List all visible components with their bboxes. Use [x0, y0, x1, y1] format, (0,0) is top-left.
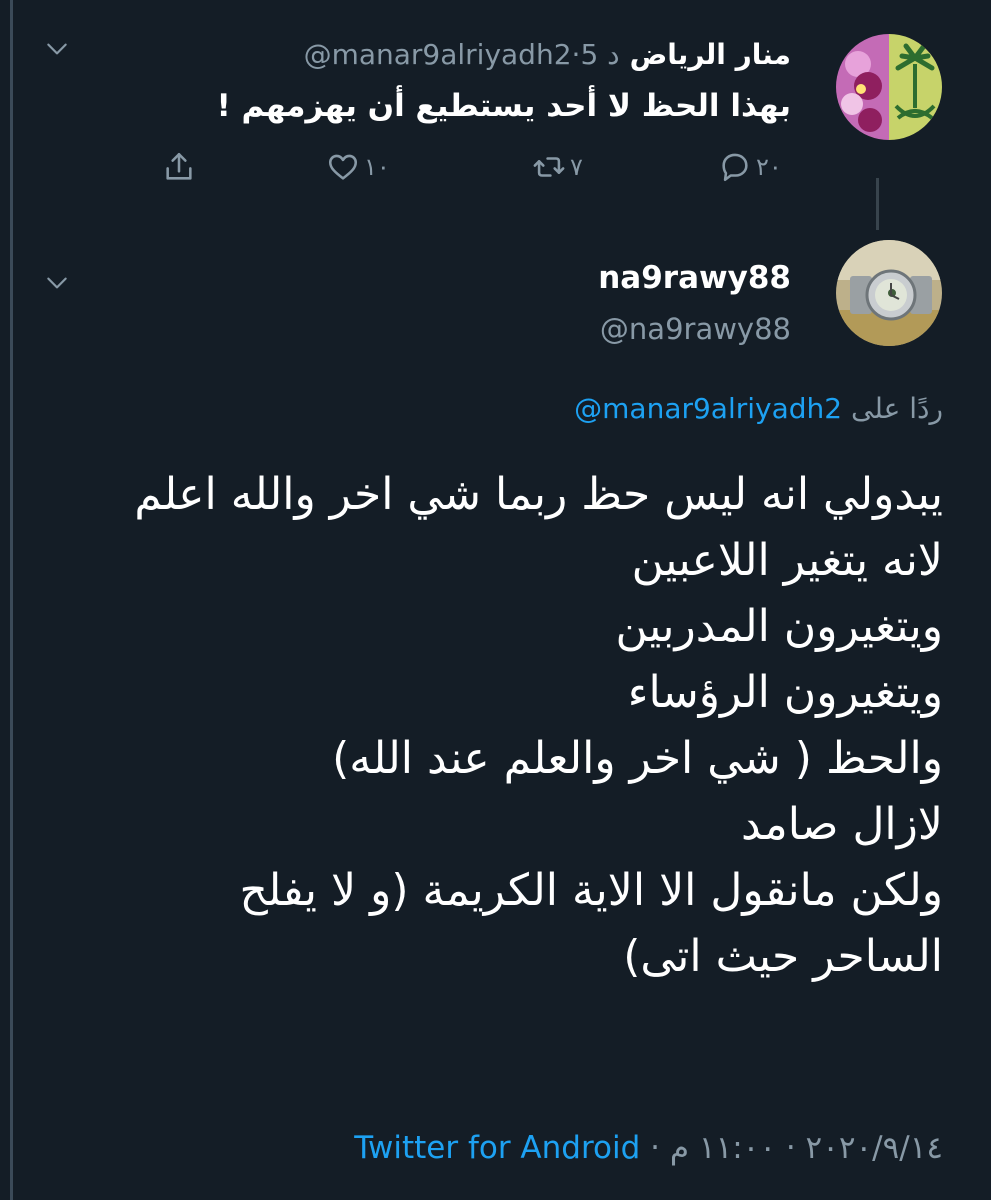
tweet-time[interactable]: ١١:٠٠ م	[670, 1130, 776, 1166]
display-name[interactable]: منار الرياض	[630, 38, 791, 71]
share-icon	[166, 152, 192, 180]
tweet-line: ولكن مانقول الا الاية الكريمة (و لا يفلح	[239, 865, 943, 916]
display-name[interactable]: na9rawy88	[598, 260, 791, 296]
tweet-body: يبدولي انه ليس حظ ربما شي اخر والله اعلم…	[83, 462, 943, 990]
tweet-line: لانه يتغير اللاعبين	[631, 535, 943, 586]
avatar[interactable]	[836, 240, 942, 346]
tweet-date[interactable]: ٢٠٢٠/٩/١٤	[806, 1130, 943, 1166]
avatar[interactable]	[836, 34, 942, 140]
dot-separator: ·	[785, 1130, 796, 1166]
tweet-footer: ٢٠٢٠/٩/١٤ · ١١:٠٠ م · Twitter for Androi…	[354, 1130, 943, 1166]
like-button[interactable]: ١٠	[326, 142, 390, 192]
handle-meta: @manar9alriyadh2·5 د	[304, 38, 620, 71]
share-button[interactable]	[162, 142, 196, 192]
watch-photo-avatar	[836, 240, 942, 346]
handle[interactable]: @na9rawy88	[600, 312, 791, 346]
reply-context: ردًا على @manar9alriyadh2	[574, 392, 943, 425]
retweet-icon	[533, 157, 565, 177]
reply-to-label: ردًا على	[851, 392, 943, 425]
tweet-line: الساحر حيث اتى)	[623, 931, 943, 982]
reply-button[interactable]: ٢٠	[718, 142, 782, 192]
time-ago[interactable]: 5 د	[580, 38, 619, 71]
reply-icon	[722, 153, 748, 182]
tweet-line: ويتغيرون المدربين	[615, 601, 943, 652]
tweet-line: يبدولي انه ليس حظ ربما شي اخر والله اعلم	[134, 469, 943, 520]
like-count: ١٠	[364, 153, 390, 181]
tweet-text: بهذا الحظ لا أحد يستطيع أن يهزمهم !	[216, 88, 791, 124]
reply-count: ٢٠	[756, 153, 782, 181]
tweet-line: والحظ ( شي اخر والعلم عند الله)	[332, 733, 943, 784]
tweet-line: لازال صامد	[741, 799, 943, 850]
chevron-down-icon[interactable]	[42, 34, 72, 64]
tweet-source[interactable]: Twitter for Android	[354, 1130, 640, 1166]
dot-separator: ·	[650, 1130, 660, 1166]
reply-to-mention[interactable]: @manar9alriyadh2	[574, 392, 842, 425]
retweet-button[interactable]: ٧	[532, 142, 583, 192]
handle[interactable]: @manar9alriyadh2	[304, 38, 572, 71]
scroll-indicator[interactable]	[10, 0, 13, 1200]
heart-icon	[328, 154, 358, 180]
thread-connector	[876, 178, 879, 230]
retweet-count: ٧	[570, 153, 583, 181]
tweet-header: منار الرياض @manar9alriyadh2·5 د	[304, 38, 791, 71]
tweet-line: ويتغيرون الرؤساء	[627, 667, 943, 718]
palm-swords-emblem-avatar	[836, 34, 942, 140]
chevron-down-icon[interactable]	[42, 268, 72, 298]
